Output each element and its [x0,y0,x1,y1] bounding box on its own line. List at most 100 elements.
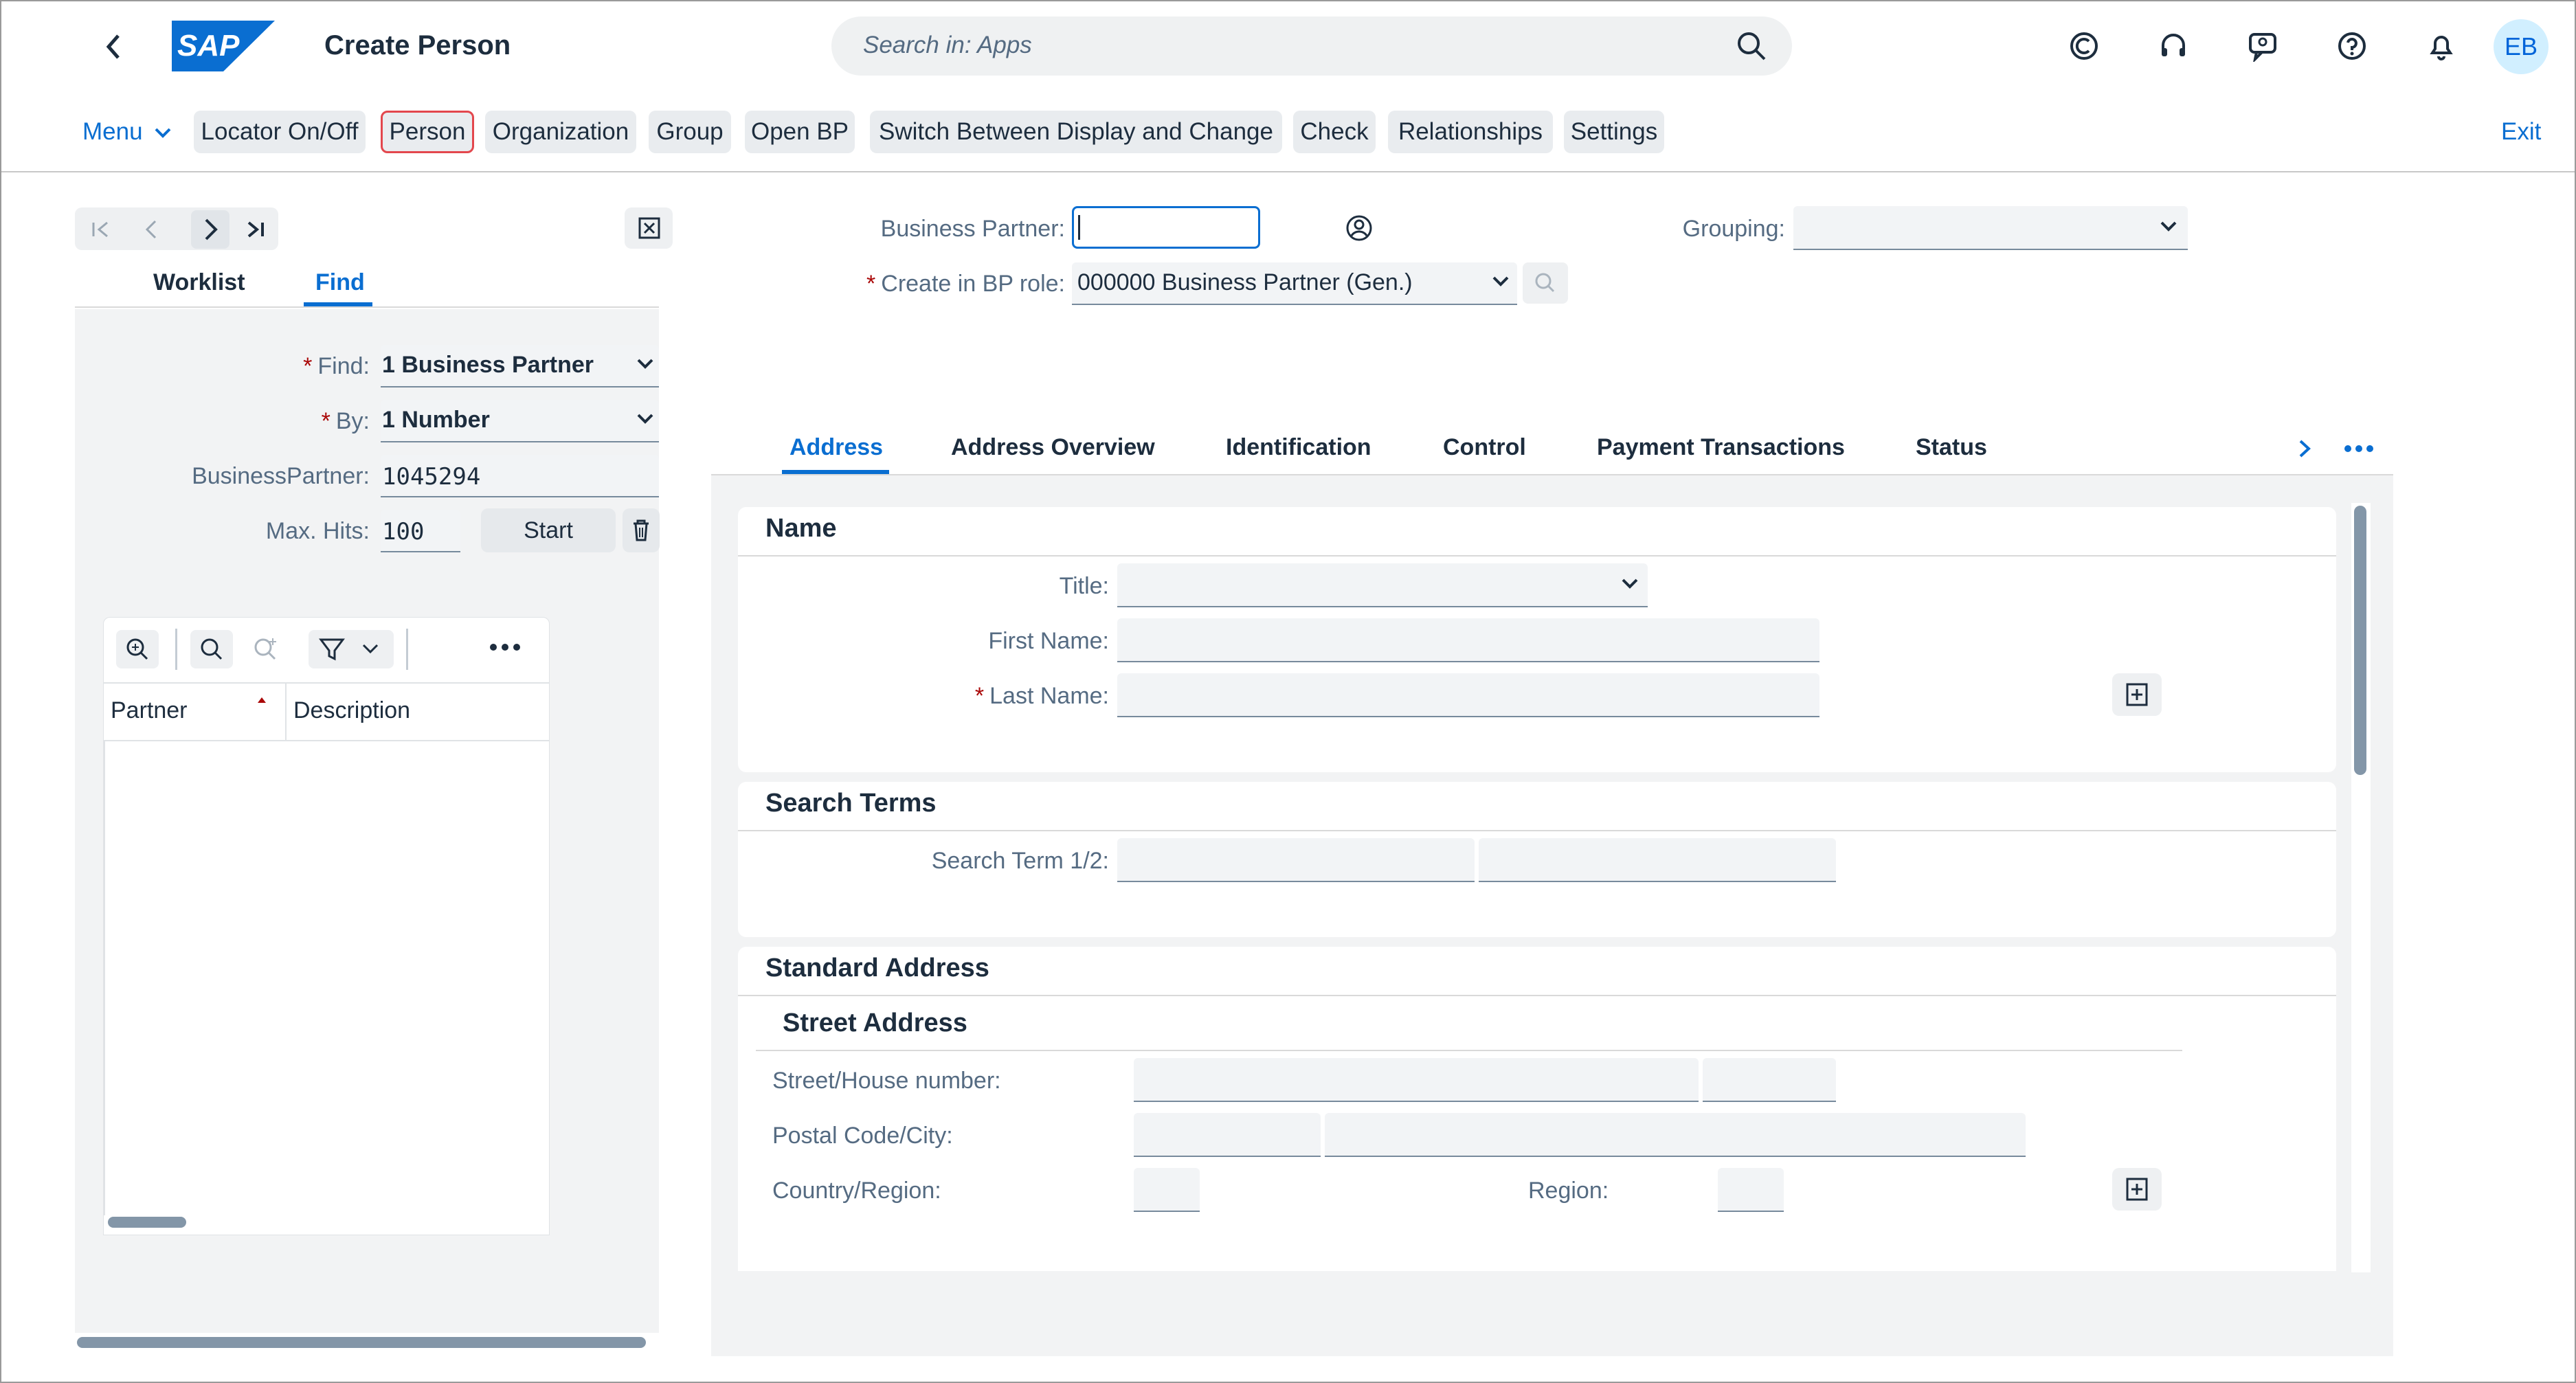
start-button[interactable]: Start [481,508,616,552]
column-partner[interactable]: Partner [111,697,188,724]
region-input[interactable] [1718,1168,1784,1212]
max-hits-input[interactable]: 100 [381,510,460,552]
search-terms-divider [738,830,2336,831]
column-divider-body [104,741,105,1215]
last-name-input[interactable] [1117,673,1819,717]
chevron-down-icon [1620,577,1639,591]
country-input[interactable] [1134,1168,1200,1212]
app-window: SAP Create Person Search in: Apps EB Men… [0,0,2576,1383]
feedback-icon[interactable] [2247,30,2278,62]
first-page-icon[interactable] [88,216,115,243]
tab-find[interactable]: Find [315,269,365,296]
tab-worklist[interactable]: Worklist [153,269,245,296]
open-bp-button[interactable]: Open BP [745,111,855,153]
business-partner-input[interactable] [1072,206,1260,249]
headset-icon[interactable] [2158,30,2189,62]
city-input[interactable] [1325,1113,2026,1157]
first-name-input[interactable] [1117,618,1819,662]
by-select[interactable]: 1 Number [381,400,659,442]
bp-number-label: BusinessPartner: [192,463,370,489]
exit-button[interactable]: Exit [2501,118,2541,146]
title-select[interactable] [1117,563,1648,607]
last-page-icon[interactable] [242,216,269,243]
add-field-icon[interactable] [2112,1168,2162,1211]
column-description[interactable]: Description [293,697,410,724]
more-tabs-icon[interactable] [2343,444,2375,453]
standard-address-divider [738,995,2336,996]
zoom-in-icon[interactable] [116,630,159,668]
search-icon[interactable] [190,630,233,668]
add-field-icon[interactable] [2112,673,2162,716]
bp-role-label: * Create in BP role: [866,271,1065,297]
postal-label: Postal Code/City: [772,1123,953,1149]
trash-icon[interactable] [623,508,660,552]
check-button[interactable]: Check [1293,111,1376,153]
street-address-divider [756,1050,2182,1051]
back-icon[interactable] [102,32,125,62]
region-label: Region: [1528,1178,1609,1204]
chevron-down-icon [2159,220,2178,234]
bp-number-input[interactable]: 1045294 [381,455,659,497]
locator-toggle-button[interactable]: Locator On/Off [194,111,366,153]
group-button[interactable]: Group [649,111,731,153]
search-input[interactable]: Search in: Apps [863,32,1032,59]
bp-role-select[interactable]: 000000 Business Partner (Gen.) [1072,262,1517,305]
chevron-down-icon [636,357,655,371]
tab-identification[interactable]: Identification [1226,434,1371,461]
horizontal-scrollbar[interactable] [108,1217,186,1228]
filter-icon[interactable] [309,630,394,668]
search-terms-title: Search Terms [765,789,937,818]
person-button[interactable]: Person [381,111,474,153]
find-value: 1 Business Partner [382,352,594,378]
tab-payment-transactions[interactable]: Payment Transactions [1597,434,1845,461]
person-icon[interactable] [1344,213,1374,243]
menu-label: Menu [82,118,143,145]
tab-address[interactable]: Address [789,434,883,461]
detail-scrollbar[interactable] [2354,506,2366,775]
street-label: Street/House number: [772,1068,1001,1094]
search-term-1-input[interactable] [1117,838,1475,882]
sap-logo[interactable]: SAP [172,21,275,71]
relationships-button[interactable]: Relationships [1388,111,1553,153]
tab-address-overview[interactable]: Address Overview [951,434,1155,461]
tab-status[interactable]: Status [1916,434,1987,461]
bp-role-value: 000000 Business Partner (Gen.) [1077,269,1413,295]
close-panel-icon[interactable] [625,207,673,249]
house-number-input[interactable] [1703,1058,1836,1102]
search-icon[interactable] [1736,30,1767,62]
grouping-label: Grouping: [1682,216,1785,242]
search-term-label: Search Term 1/2: [931,848,1109,874]
role-search-icon[interactable] [1523,262,1568,304]
street-input[interactable] [1134,1058,1699,1102]
settings-button[interactable]: Settings [1564,111,1664,153]
switch-display-change-button[interactable]: Switch Between Display and Change [870,111,1282,153]
chevron-right-icon[interactable] [2296,437,2313,460]
max-hits-value: 100 [382,518,425,546]
bell-icon[interactable] [2426,30,2457,62]
organization-button[interactable]: Organization [485,111,636,153]
grouping-select[interactable] [1793,206,2188,250]
tab-control[interactable]: Control [1443,434,1526,461]
postal-code-input[interactable] [1134,1113,1321,1157]
more-options-icon[interactable] [489,642,522,652]
search-next-icon[interactable] [244,630,287,668]
avatar[interactable]: EB [2494,19,2549,74]
previous-icon[interactable] [137,216,165,243]
next-icon[interactable] [191,210,229,249]
joule-icon[interactable] [2068,30,2100,62]
toolbar-separator [406,629,408,670]
help-icon[interactable] [2336,30,2368,62]
standard-address-title: Standard Address [765,954,989,982]
find-select[interactable]: 1 Business Partner [381,345,659,387]
menu-button[interactable]: Menu [82,118,172,146]
chevron-down-icon [153,126,172,140]
panel-scrollbar[interactable] [77,1337,646,1348]
logo-text: SAP [177,29,240,63]
column-divider [285,684,287,741]
search-term-2-input[interactable] [1479,838,1836,882]
first-name-label: First Name: [988,628,1109,654]
by-value: 1 Number [382,407,490,433]
table-body-divider [104,740,549,741]
search-field[interactable]: Search in: Apps [831,16,1792,76]
last-name-label: * Last Name: [974,683,1109,709]
